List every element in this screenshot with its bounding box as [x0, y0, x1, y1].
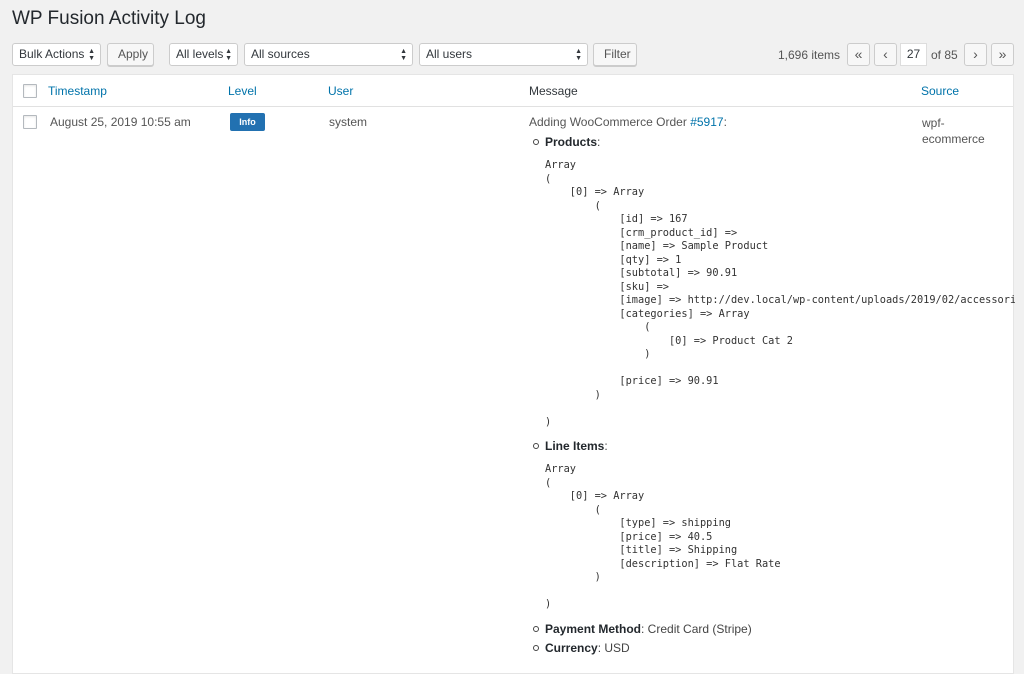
- row-user: system: [329, 115, 368, 129]
- list-item: Currency: USD: [529, 641, 1015, 655]
- list-item: Line Items: Array ( [0] => Array ( [type…: [529, 439, 1015, 612]
- select-arrows-icon: ▲ ▼: [400, 47, 407, 62]
- page-title: WP Fusion Activity Log: [12, 8, 206, 29]
- select-arrows-icon: ▲ ▼: [225, 47, 232, 62]
- column-message: Message: [529, 84, 578, 98]
- next-page-button[interactable]: ›: [964, 43, 987, 66]
- users-label: All users: [426, 47, 473, 61]
- column-user[interactable]: User: [328, 84, 353, 98]
- list-item: Products: Array ( [0] => Array ( [id] =>…: [529, 135, 1015, 429]
- row-message: Adding WooCommerce Order #5917: Products…: [529, 115, 1015, 655]
- first-page-button[interactable]: «: [847, 43, 870, 66]
- sources-select[interactable]: All sources ▲ ▼: [244, 43, 413, 66]
- row-checkbox[interactable]: [23, 115, 37, 129]
- bullet-icon: [533, 139, 539, 145]
- bulk-actions-label: Bulk Actions: [19, 47, 85, 61]
- table-header: Timestamp Level User Message Source: [13, 75, 1013, 107]
- column-level[interactable]: Level: [228, 84, 257, 98]
- activity-log-table: Timestamp Level User Message Source Augu…: [12, 74, 1015, 674]
- select-arrows-icon: ▲ ▼: [88, 47, 95, 62]
- payment-label: Payment Method: [545, 621, 642, 636]
- bulk-actions-select[interactable]: Bulk Actions ▲ ▼: [12, 43, 101, 66]
- levels-select[interactable]: All levels ▲ ▼: [169, 43, 238, 66]
- bullet-icon: [533, 625, 539, 632]
- row-timestamp: August 25, 2019 10:55 am: [50, 115, 191, 129]
- products-code: Array ( [0] => Array ( [id] => 167 [crm_…: [545, 159, 1015, 428]
- order-link[interactable]: #5917: [690, 115, 723, 129]
- bullet-icon: [533, 644, 539, 651]
- message-details: Products: Array ( [0] => Array ( [id] =>…: [529, 135, 1015, 655]
- current-page-input[interactable]: 27: [900, 43, 927, 66]
- last-page-button[interactable]: »: [991, 43, 1014, 66]
- level-badge: Info: [230, 113, 265, 131]
- levels-label: All levels: [176, 47, 224, 61]
- prev-page-button[interactable]: ‹: [874, 43, 897, 66]
- select-arrows-icon: ▲ ▼: [575, 47, 582, 62]
- products-label: Products: [545, 135, 598, 149]
- users-select[interactable]: All users ▲ ▼: [419, 43, 588, 66]
- currency-value: : USD: [597, 640, 630, 655]
- currency-label: Currency: [545, 640, 598, 655]
- sources-label: All sources: [251, 47, 310, 61]
- items-count: 1,696 items: [778, 48, 841, 62]
- column-timestamp[interactable]: Timestamp: [48, 84, 107, 98]
- bullet-icon: [533, 443, 539, 449]
- filter-button[interactable]: Filter: [593, 43, 637, 66]
- total-pages: of 85: [931, 48, 958, 62]
- apply-button[interactable]: Apply: [107, 43, 154, 66]
- select-all-checkbox[interactable]: [23, 84, 37, 98]
- list-item: Payment Method: Credit Card (Stripe): [529, 622, 1015, 636]
- column-source[interactable]: Source: [921, 84, 959, 98]
- line-items-code: Array ( [0] => Array ( [type] => shippin…: [545, 463, 781, 610]
- line-items-label: Line Items: [545, 439, 605, 453]
- row-source: wpf- ecommerce: [922, 116, 985, 146]
- payment-value: : Credit Card (Stripe): [641, 621, 752, 636]
